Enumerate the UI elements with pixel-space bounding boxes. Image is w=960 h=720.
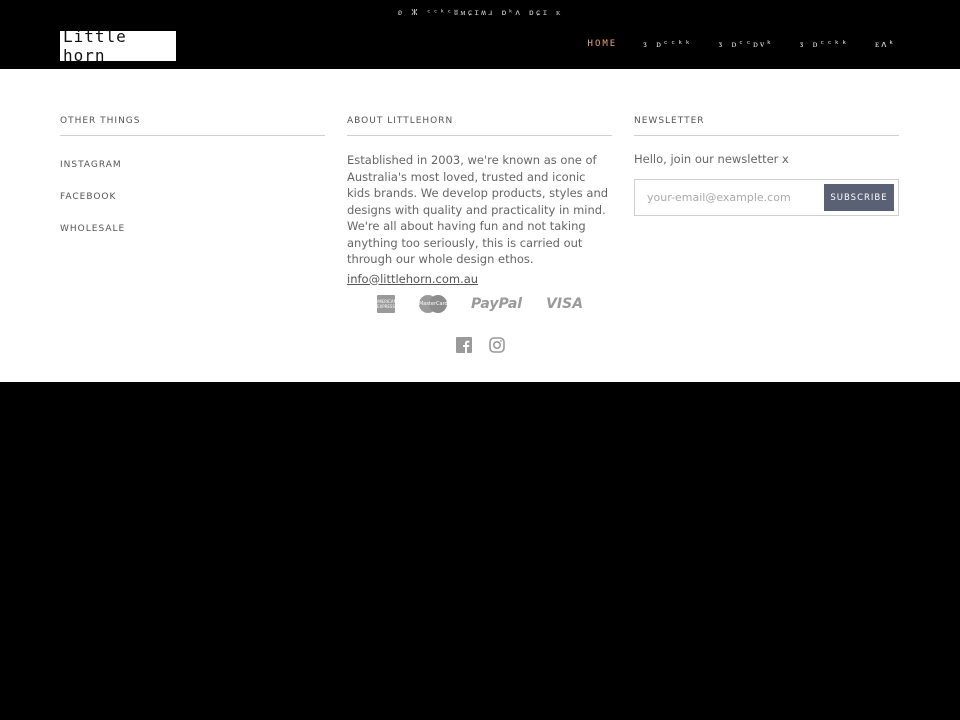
- list-item: FACEBOOK: [60, 184, 325, 203]
- instagram-icon[interactable]: [488, 337, 505, 353]
- other-things-list: INSTAGRAM FACEBOOK WHOLESALE: [60, 152, 325, 235]
- logo[interactable]: Little horn: [60, 27, 176, 65]
- visa-icon: VISA: [546, 296, 584, 312]
- newsletter-column: NEWSLETTER Hello, join our newsletter x …: [634, 116, 899, 216]
- list-item: INSTAGRAM: [60, 152, 325, 171]
- paypal-icon: PayPal: [470, 296, 523, 312]
- amex-icon: AMERICAN EXPRESS: [375, 295, 397, 313]
- announcement-text: ʚ ⵣ ᶜᶜᵏᶜʬᴍɕɪʍɹ ɒᵏʌ ɒɕɪ ᴋ: [397, 7, 563, 17]
- about-text: Established in 2003, we're known as one …: [347, 153, 609, 266]
- logo-text: Little horn: [63, 27, 127, 65]
- announcement-bar: ʚ ⵣ ᶜᶜᵏᶜʬᴍɕɪʍɹ ɒᵏʌ ɒɕɪ ᴋ: [0, 0, 960, 24]
- nav-item-2[interactable]: ᴣ ᴅᶜᶜᵏᵏ: [643, 39, 692, 50]
- facebook-link[interactable]: FACEBOOK: [60, 192, 116, 202]
- about-column: ABOUT LITTLEHORN Established in 2003, we…: [347, 116, 612, 287]
- newsletter-text: Hello, join our newsletter x: [634, 152, 789, 166]
- main-nav: HOME ᴣ ᴅᶜᶜᵏᵏ ᴣ ᴅᶜᶜᴅᴠᵏ ᴣ ᴅᶜᶜᵏᵏ ᴇʌᵏ: [588, 39, 896, 50]
- mastercard-label: MasterCard: [418, 301, 448, 307]
- facebook-icon[interactable]: [455, 337, 472, 353]
- nav-item-3[interactable]: ᴣ ᴅᶜᶜᴅᴠᵏ: [719, 39, 774, 50]
- instagram-link[interactable]: INSTAGRAM: [60, 160, 122, 170]
- email-input[interactable]: [635, 180, 823, 215]
- about-heading: ABOUT LITTLEHORN: [347, 116, 612, 136]
- wholesale-link[interactable]: WHOLESALE: [60, 224, 125, 234]
- social-icons: [0, 337, 960, 353]
- email-link[interactable]: info@littlehorn.com.au: [347, 272, 478, 286]
- nav-item-5[interactable]: ᴇʌᵏ: [875, 39, 896, 50]
- nav-item-home[interactable]: HOME: [588, 39, 618, 50]
- other-things-column: OTHER THINGS INSTAGRAM FACEBOOK WHOLESAL…: [60, 116, 325, 248]
- list-item: WHOLESALE: [60, 216, 325, 235]
- mastercard-icon: MasterCard: [418, 295, 448, 313]
- newsletter-heading: NEWSLETTER: [634, 116, 899, 136]
- subscribe-button[interactable]: SUBSCRIBE: [824, 184, 894, 211]
- site-header: Little horn HOME ᴣ ᴅᶜᶜᵏᵏ ᴣ ᴅᶜᶜᴅᴠᵏ ᴣ ᴅᶜᶜᵏ…: [0, 24, 960, 69]
- newsletter-form: SUBSCRIBE: [634, 179, 899, 216]
- site-footer: OTHER THINGS INSTAGRAM FACEBOOK WHOLESAL…: [0, 69, 960, 382]
- other-things-heading: OTHER THINGS: [60, 116, 325, 136]
- payment-icons: AMERICAN EXPRESS MasterCard PayPal VISA: [0, 295, 960, 313]
- nav-item-4[interactable]: ᴣ ᴅᶜᶜᵏᵏ: [800, 39, 849, 50]
